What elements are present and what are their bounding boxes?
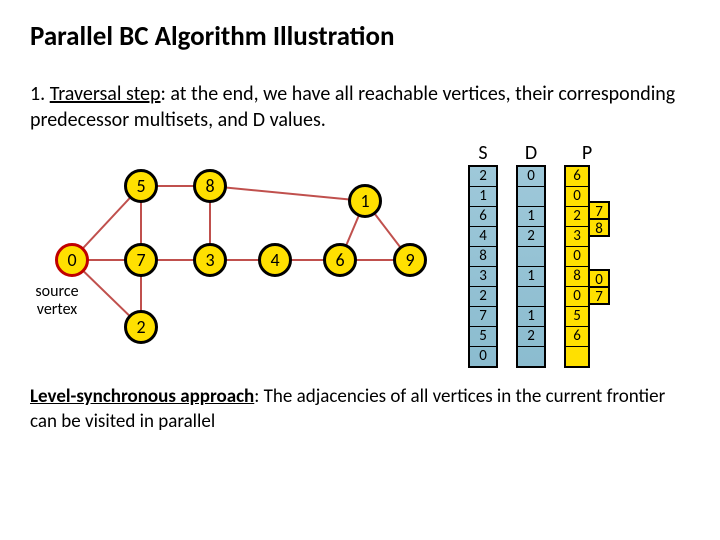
graph: 0 5 7 2 8 3 4 1 6 9 source vertex bbox=[30, 141, 460, 371]
node-9: 9 bbox=[393, 243, 427, 277]
step-text: 1. Traversal step: at the end, we have a… bbox=[30, 81, 690, 133]
node-4: 4 bbox=[258, 243, 292, 277]
node-6: 6 bbox=[323, 243, 357, 277]
node-3: 3 bbox=[193, 243, 227, 277]
node-1: 1 bbox=[348, 184, 382, 218]
diagram: 0 5 7 2 8 3 4 1 6 9 source vertex S 2 1 … bbox=[30, 141, 690, 371]
S-box: 2 1 6 4 8 3 2 7 5 0 bbox=[468, 165, 498, 368]
node-5: 5 bbox=[124, 169, 158, 203]
source-vertex-label: source vertex bbox=[30, 283, 84, 318]
D-box: 0 1 2 1 1 2 bbox=[516, 165, 546, 368]
footer-text: Level-synchronous approach: The adjacenc… bbox=[30, 385, 690, 434]
node-2: 2 bbox=[124, 310, 158, 344]
node-7: 7 bbox=[124, 243, 158, 277]
node-0: 0 bbox=[55, 243, 89, 277]
col-D: D 0 1 2 1 1 2 bbox=[516, 141, 546, 368]
P-side: 7 8 0 7 bbox=[590, 165, 610, 368]
page-title: Parallel BC Algorithm Illustration bbox=[30, 20, 690, 53]
col-P: P 6 0 2 3 0 8 0 5 6 7 8 bbox=[564, 141, 610, 368]
P-box: 6 0 2 3 0 8 0 5 6 bbox=[564, 165, 590, 368]
col-S: S 2 1 6 4 8 3 2 7 5 0 bbox=[468, 141, 498, 368]
tables: S 2 1 6 4 8 3 2 7 5 0 D 0 1 2 1 bbox=[468, 141, 610, 368]
node-8: 8 bbox=[193, 169, 227, 203]
